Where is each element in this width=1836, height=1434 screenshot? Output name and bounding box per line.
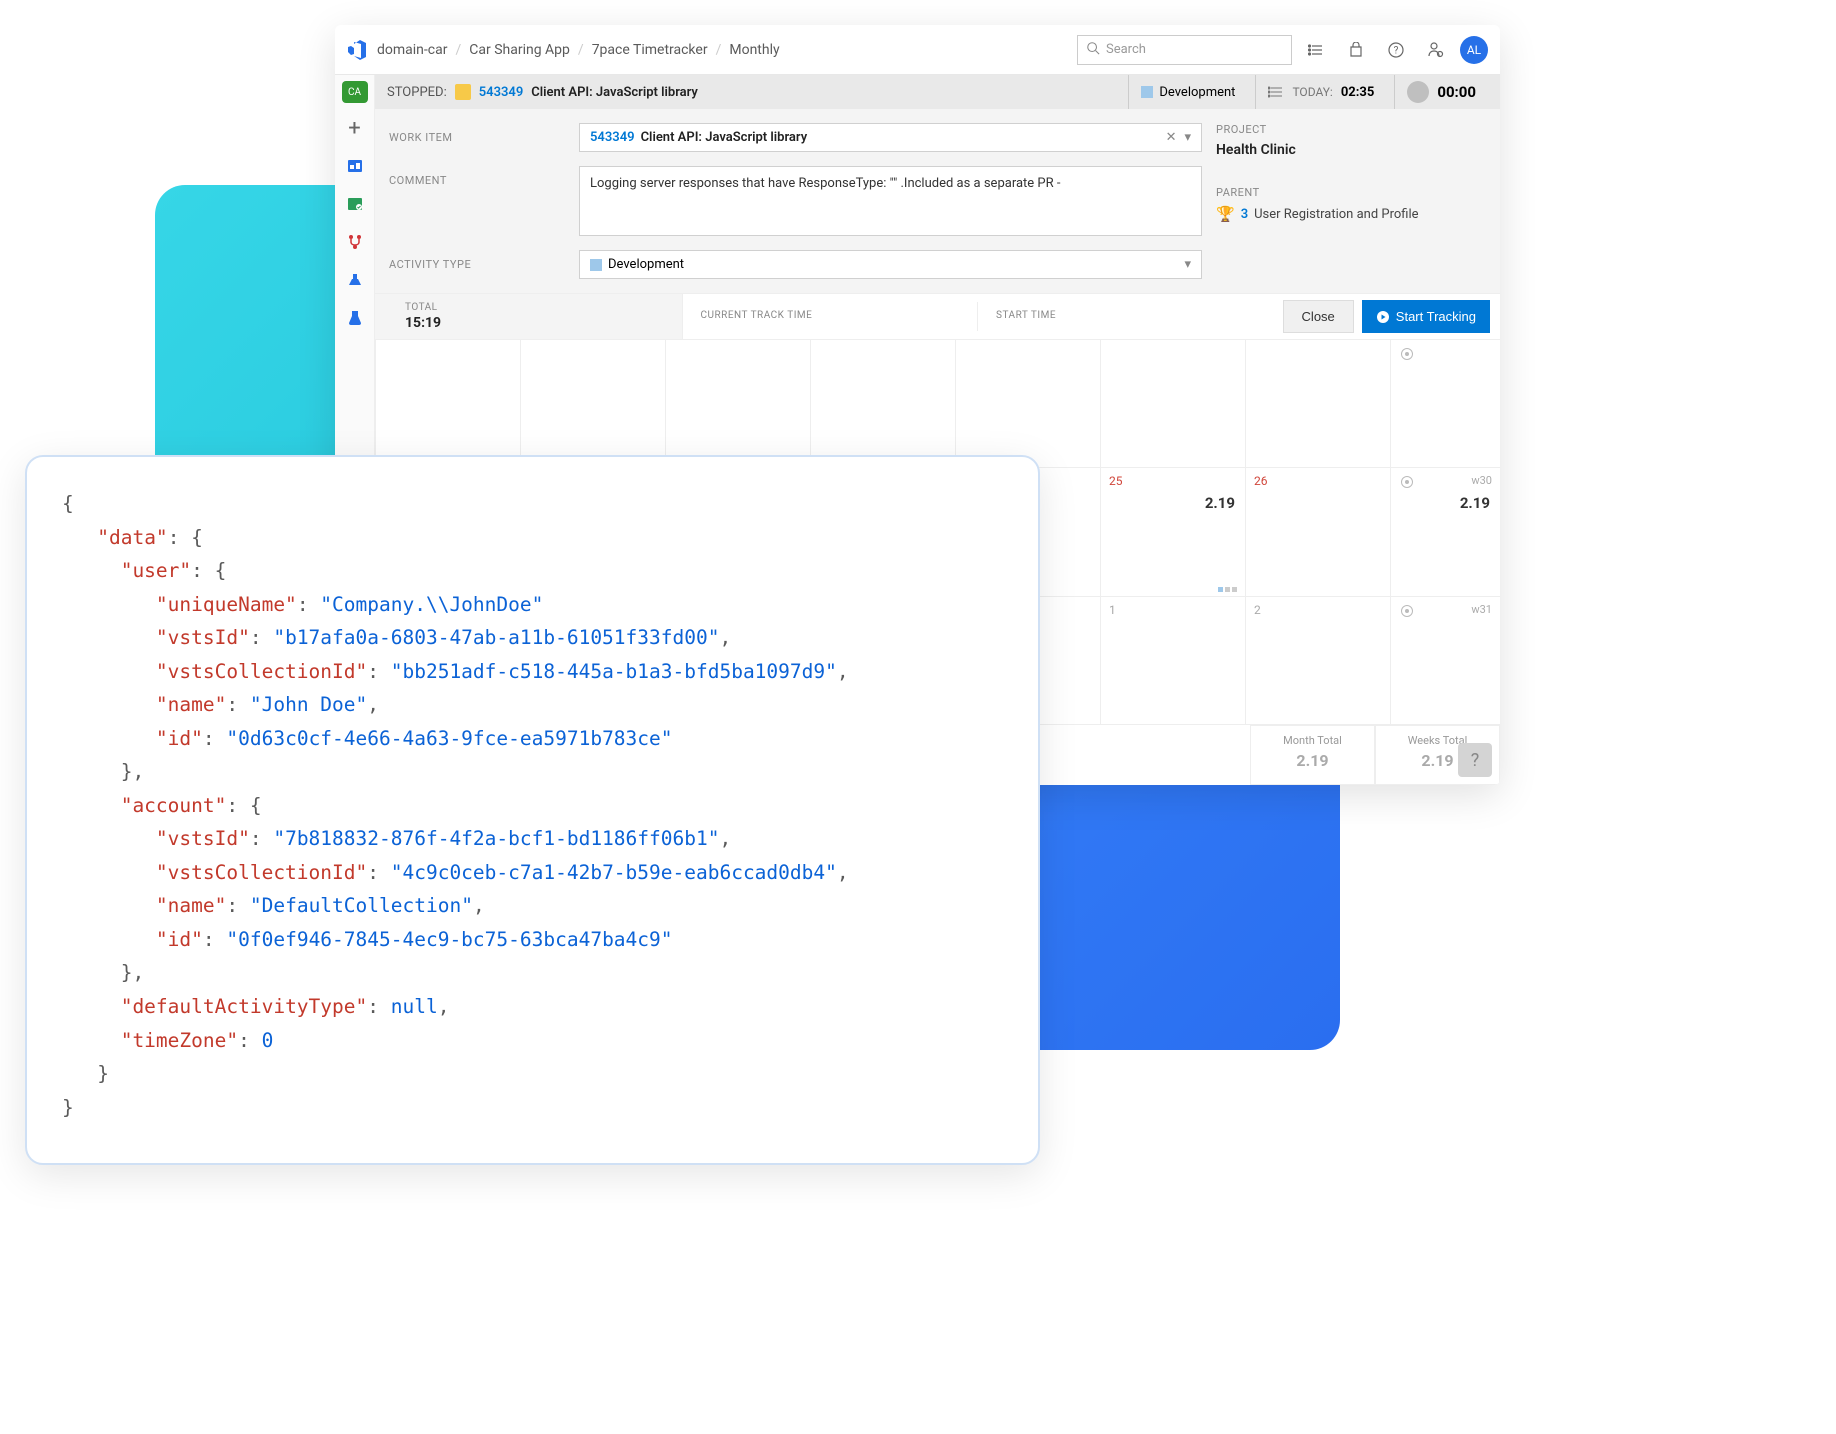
add-icon[interactable]: + — [342, 115, 368, 141]
shopping-bag-icon[interactable] — [1340, 34, 1372, 66]
breadcrumb-app[interactable]: 7pace Timetracker — [592, 42, 708, 58]
user-avatar[interactable]: AL — [1460, 36, 1488, 64]
json-user-vstsid: "b17afa0a-6803-47ab-a11b-61051f33fd00" — [273, 626, 719, 649]
json-code-panel: { "data": { "user": { "uniqueName": "Com… — [25, 455, 1040, 1165]
repos-icon[interactable] — [342, 191, 368, 217]
user-settings-icon[interactable] — [1420, 34, 1452, 66]
calendar-day[interactable]: 25 2.19 — [1100, 468, 1245, 595]
project-section-label: PROJECT — [1216, 123, 1486, 136]
week-label: w30 — [1471, 474, 1492, 487]
tracking-form: WORK ITEM 543349 Client API: JavaScript … — [375, 109, 1500, 293]
test-icon[interactable] — [342, 305, 368, 331]
day-number: 1 — [1109, 603, 1116, 617]
calendar-day[interactable] — [1100, 340, 1245, 467]
activity-color-icon — [1141, 86, 1153, 98]
week-label: w31 — [1471, 603, 1492, 616]
calendar-day[interactable] — [810, 340, 955, 467]
calendar-day[interactable] — [665, 340, 810, 467]
pipelines-icon[interactable] — [342, 229, 368, 255]
day-number: 26 — [1254, 474, 1268, 488]
clock-icon — [1407, 81, 1429, 103]
work-item-type-icon — [455, 84, 471, 100]
search-input[interactable]: Search — [1077, 35, 1292, 65]
floating-help-icon[interactable]: ? — [1458, 743, 1492, 777]
status-bar: STOPPED: 543349 Client API: JavaScript l… — [375, 75, 1500, 109]
target-icon — [1401, 348, 1413, 360]
week-hours: 2.19 — [1460, 494, 1490, 512]
calendar-day[interactable]: 1 — [1100, 597, 1245, 724]
calendar-day[interactable]: 2 — [1245, 597, 1390, 724]
summary-bar: TOTAL 15:19 CURRENT TRACK TIME START TIM… — [375, 293, 1500, 340]
status-activity-tag: Development — [1128, 75, 1247, 109]
search-placeholder: Search — [1106, 42, 1146, 57]
trophy-icon: 🏆 — [1216, 205, 1235, 223]
clear-icon[interactable]: ✕ — [1166, 130, 1177, 145]
current-track-label: CURRENT TRACK TIME — [701, 310, 960, 321]
activity-type-label: ACTIVITY TYPE — [389, 250, 579, 271]
calendar-day[interactable] — [955, 340, 1100, 467]
devops-header: domain-car / Car Sharing App / 7pace Tim… — [335, 25, 1500, 75]
devops-logo-icon[interactable] — [347, 39, 369, 61]
activity-color-icon — [590, 259, 602, 271]
timer-box[interactable]: 00:00 — [1394, 75, 1488, 109]
work-item-field-label: WORK ITEM — [389, 123, 579, 144]
artifacts-icon[interactable] — [342, 267, 368, 293]
work-item-field[interactable]: 543349 Client API: JavaScript library ✕ … — [579, 123, 1202, 152]
json-account-vstsid: "7b818832-876f-4f2a-bcf1-bd1186ff06b1" — [273, 827, 719, 850]
breadcrumb-domain[interactable]: domain-car — [377, 42, 447, 58]
json-account-collectionid: "4c9c0ceb-c7a1-42b7-b59e-eab6ccad0db4" — [391, 861, 837, 884]
parent-link[interactable]: 🏆 3 User Registration and Profile — [1216, 205, 1486, 223]
day-hours: 2.19 — [1205, 494, 1235, 512]
today-time-box[interactable]: TODAY: 02:35 — [1255, 75, 1386, 109]
month-total-box: Month Total 2.19 — [1250, 725, 1375, 785]
svg-text:?: ? — [1394, 45, 1399, 56]
json-account-id: "0f0ef946-7845-4ec9-bc75-63bca47ba4c9" — [226, 928, 672, 951]
chevron-down-icon[interactable]: ▾ — [1184, 257, 1191, 272]
json-timezone: 0 — [262, 1029, 274, 1052]
calendar-week-summary: w30 2.19 — [1390, 468, 1500, 595]
list-icon[interactable] — [1300, 34, 1332, 66]
breadcrumb-view[interactable]: Monthly — [729, 42, 779, 58]
search-icon — [1086, 41, 1100, 59]
target-icon — [1401, 476, 1413, 488]
json-account-name: "DefaultCollection" — [250, 894, 473, 917]
json-user-uniquename: "Company.\\JohnDoe" — [320, 593, 543, 616]
close-button[interactable]: Close — [1283, 300, 1354, 333]
activity-type-select[interactable]: Development ▾ — [579, 250, 1202, 279]
day-indicator — [1218, 587, 1237, 592]
parent-section-label: PARENT — [1216, 186, 1486, 199]
start-time-label: START TIME — [996, 310, 1255, 321]
comment-field-label: COMMENT — [389, 166, 579, 187]
calendar-week-summary: w31 — [1390, 597, 1500, 724]
calendar-day[interactable] — [375, 340, 520, 467]
status-item-title: Client API: JavaScript library — [531, 85, 698, 100]
total-label: TOTAL — [405, 302, 664, 313]
json-user-name: "John Doe" — [250, 693, 367, 716]
day-number: 25 — [1109, 474, 1123, 488]
target-icon — [1401, 605, 1413, 617]
calendar-day[interactable]: 26 — [1245, 468, 1390, 595]
json-user-id: "0d63c0cf-4e66-4a63-9fce-ea5971b783ce" — [226, 727, 672, 750]
total-value: 15:19 — [405, 315, 664, 331]
calendar-week-summary — [1390, 340, 1500, 467]
help-icon[interactable]: ? — [1380, 34, 1412, 66]
breadcrumb-project[interactable]: Car Sharing App — [469, 42, 570, 58]
stopped-label: STOPPED: — [387, 85, 447, 100]
json-default-activity: null — [391, 995, 438, 1018]
calendar-day[interactable] — [520, 340, 665, 467]
calendar-day[interactable] — [1245, 340, 1390, 467]
breadcrumb: domain-car / Car Sharing App / 7pace Tim… — [377, 42, 780, 58]
project-value: Health Clinic — [1216, 142, 1486, 158]
chevron-down-icon[interactable]: ▾ — [1184, 130, 1191, 145]
day-number: 2 — [1254, 603, 1261, 617]
json-user-collectionid: "bb251adf-c518-445a-b1a3-bfd5ba1097d9" — [391, 660, 837, 683]
boards-icon[interactable] — [342, 153, 368, 179]
comment-field[interactable]: Logging server responses that have Respo… — [579, 166, 1202, 236]
project-badge[interactable]: CA — [342, 81, 368, 103]
start-tracking-button[interactable]: Start Tracking — [1362, 300, 1490, 333]
status-item-id[interactable]: 543349 — [479, 85, 524, 100]
